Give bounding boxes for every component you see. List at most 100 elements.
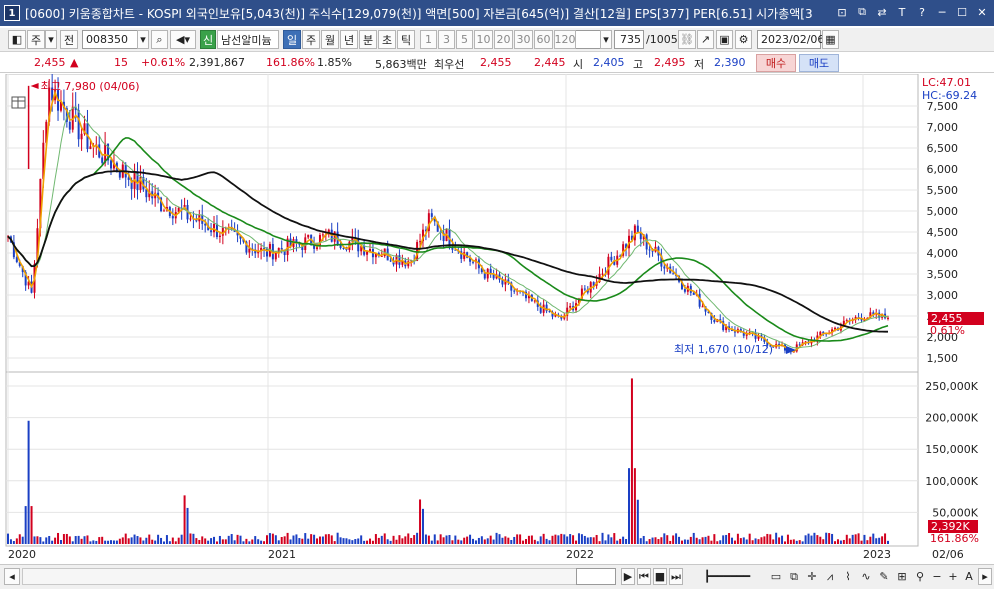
frame-icon[interactable]: ▭	[768, 568, 784, 585]
interval-0-button[interactable]: 1	[420, 30, 437, 49]
sell-button[interactable]: 매도	[799, 54, 839, 72]
close-icon[interactable]: ✕	[974, 4, 990, 20]
volume-bar	[363, 540, 366, 544]
volume-bar	[410, 537, 413, 544]
price-axis-label: 1,500	[927, 352, 959, 365]
volume-bar	[230, 534, 233, 544]
interval-5-button[interactable]: 30	[514, 30, 533, 49]
step-forward-icon[interactable]: ⏭	[669, 568, 683, 585]
volume-bar	[77, 535, 80, 544]
interval-6-button[interactable]: 60	[534, 30, 553, 49]
volume-bar	[171, 537, 174, 544]
scroll-left-icon[interactable]: ◂	[4, 568, 20, 585]
volume-bar	[489, 535, 492, 544]
code-dropdown-icon[interactable]: ▾	[137, 30, 149, 49]
text-size-icon[interactable]: A	[962, 568, 976, 585]
scrollbar-thumb[interactable]	[576, 568, 616, 585]
volume-bar	[307, 538, 310, 544]
volume-bar	[168, 541, 171, 544]
period-6-button[interactable]: 틱	[397, 30, 415, 49]
jeon-button[interactable]: 전	[60, 30, 78, 49]
candle-body	[321, 234, 324, 236]
zoom-out-icon[interactable]: −	[930, 568, 944, 585]
link-icon[interactable]: ⊡	[834, 4, 850, 20]
line-icon[interactable]: ⌇	[840, 568, 856, 585]
volume-bar	[469, 534, 472, 544]
interval-dropdown-icon[interactable]: ▾	[600, 30, 612, 49]
volume-bar	[248, 541, 251, 544]
zoom-icon[interactable]: ⚲	[912, 568, 928, 585]
interval-1-button[interactable]: 3	[438, 30, 455, 49]
sound-icon[interactable]: ◀▾	[170, 30, 196, 49]
gear-icon[interactable]: ⚙	[735, 30, 752, 49]
period-0-button[interactable]: 일	[283, 30, 301, 49]
wave-icon[interactable]: ∿	[858, 568, 874, 585]
buy-button[interactable]: 매수	[756, 54, 796, 72]
volume-bar	[498, 534, 501, 544]
current-price: 2,455	[34, 56, 66, 69]
zoom-in-icon[interactable]: +	[946, 568, 960, 585]
draw-icon[interactable]: ✎	[876, 568, 892, 585]
interval-7-button[interactable]: 120	[554, 30, 576, 49]
volume-bar	[201, 536, 204, 544]
search-icon[interactable]: ⌕	[151, 30, 168, 49]
volume-bar	[510, 539, 513, 544]
volume-bar	[18, 534, 21, 544]
maximize-icon[interactable]: ☐	[954, 4, 970, 20]
scroll-right-icon[interactable]: ▸	[978, 568, 992, 585]
sync-icon[interactable]: ⇄	[874, 4, 890, 20]
volume-bar	[65, 533, 68, 544]
period-2-button[interactable]: 월	[321, 30, 339, 49]
volume-bar	[766, 533, 769, 544]
dropdown-icon[interactable]: ▾	[45, 30, 57, 49]
volume-bar	[174, 541, 177, 544]
volume-bar	[92, 540, 95, 544]
minimize-icon[interactable]: ─	[934, 4, 950, 20]
candle-body	[77, 110, 80, 140]
ju-button[interactable]: 주	[27, 30, 45, 49]
multiframe-icon[interactable]: ⧉	[786, 568, 802, 585]
trend-icon[interactable]: ↗	[697, 30, 714, 49]
stock-code-input[interactable]: 008350	[82, 30, 138, 49]
interval-2-button[interactable]: 5	[456, 30, 473, 49]
volume-bar	[704, 536, 707, 544]
zoom-slider[interactable]: ┣━━━━━━	[692, 568, 762, 585]
title-bar: 1 [0600] 키움종합차트 - KOSPI 외국인보유[5,043(천)] …	[0, 0, 994, 26]
volume-bar	[619, 538, 622, 544]
interval-3-button[interactable]: 10	[474, 30, 493, 49]
volume-bar	[566, 536, 569, 544]
chain-icon[interactable]: ⛓	[678, 30, 696, 49]
volume-rate-tag: 161.86%	[930, 532, 979, 545]
volume-bar	[660, 537, 663, 544]
font-icon[interactable]: T	[894, 4, 910, 20]
volume-bar	[486, 538, 489, 544]
volume-bar	[672, 535, 675, 544]
crosshair-icon[interactable]: ✛	[804, 568, 820, 585]
period-4-button[interactable]: 분	[359, 30, 377, 49]
chart-area[interactable]: 7,500 7,000 6,500 6,000 5,500 5,000 4,500 4,000…	[0, 72, 994, 564]
stop-icon[interactable]: ■	[653, 568, 667, 585]
volume-bar	[839, 540, 842, 544]
date-input[interactable]: 2023/02/06	[757, 30, 824, 49]
scrollbar-track[interactable]	[22, 568, 612, 585]
save-icon[interactable]: ▣	[716, 30, 733, 49]
price-volume-chart[interactable]: 7,5007,0006,5006,0005,5005,0004,5004,000…	[0, 72, 994, 564]
help-icon[interactable]: ?	[914, 4, 930, 20]
volume-bar	[121, 537, 124, 544]
count-input[interactable]: 735	[614, 30, 644, 49]
period-3-button[interactable]: 년	[340, 30, 358, 49]
step-back-icon[interactable]: ⏮	[637, 568, 651, 585]
chart-type-icon[interactable]: ⩘	[822, 568, 838, 585]
interval-4-button[interactable]: 20	[494, 30, 513, 49]
calendar-icon[interactable]: ▦	[822, 30, 839, 49]
tools-icon[interactable]: ⊞	[894, 568, 910, 585]
copy-icon[interactable]: ⧉	[854, 4, 870, 20]
volume-bar	[342, 538, 345, 544]
layout-icon[interactable]: ◧	[8, 30, 26, 49]
period-1-button[interactable]: 주	[302, 30, 320, 49]
play-icon[interactable]: ▶	[621, 568, 635, 585]
period-5-button[interactable]: 초	[378, 30, 396, 49]
window-number[interactable]: 1	[4, 5, 20, 21]
volume-bar	[98, 537, 101, 544]
volume-bar	[842, 539, 845, 544]
